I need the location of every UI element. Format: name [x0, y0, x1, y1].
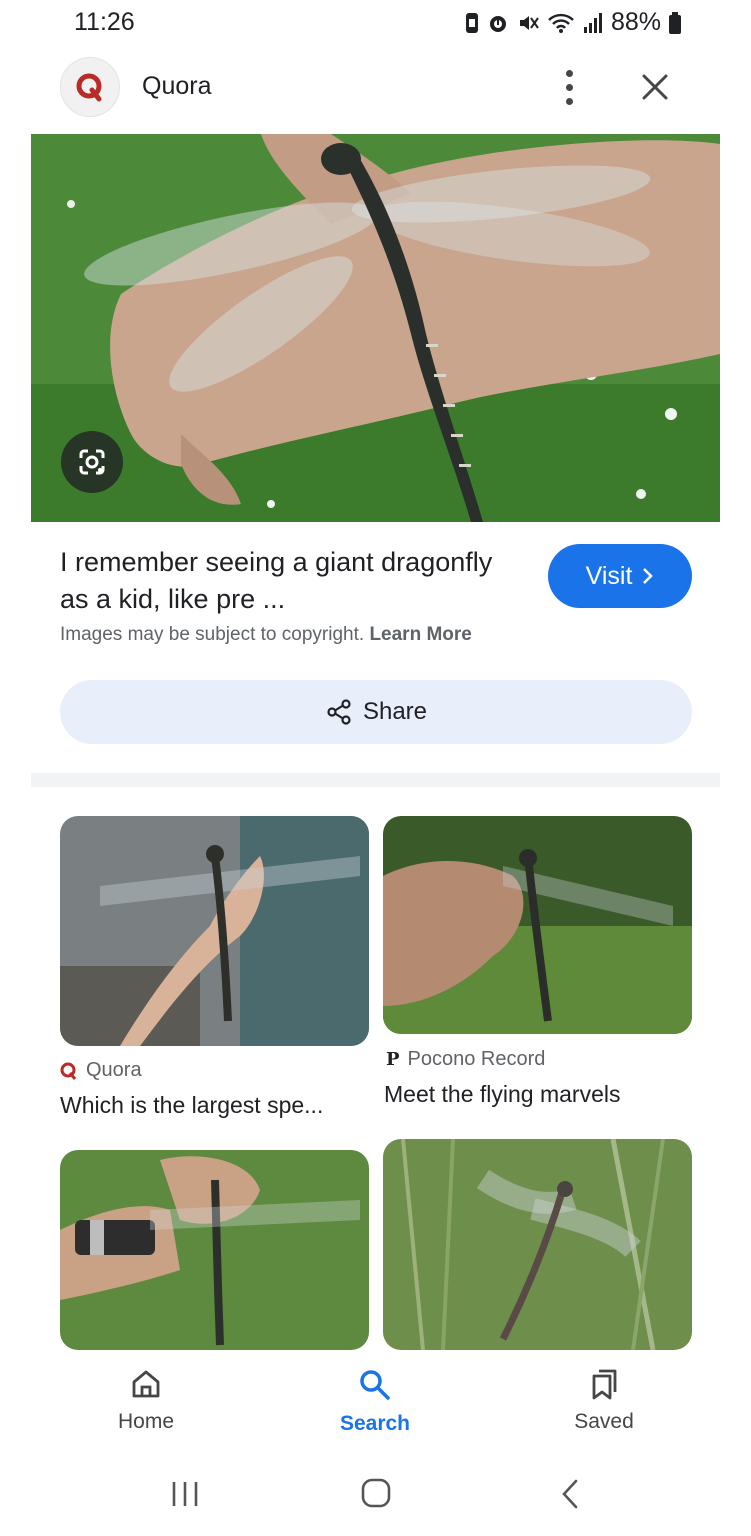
quora-logo[interactable] [60, 57, 120, 117]
related-image-4[interactable] [383, 1139, 692, 1350]
nav-search[interactable]: Search [330, 1368, 420, 1436]
saved-icon [592, 1369, 617, 1400]
source-quora[interactable]: Quora [60, 1059, 142, 1082]
site-name: Quora [142, 72, 212, 100]
learn-more-link[interactable]: Learn More [369, 624, 471, 645]
visit-label: Visit [585, 561, 633, 590]
nav-home-label: Home [117, 1410, 175, 1433]
close-icon [642, 74, 668, 100]
bottom-nav: Home Search Saved [0, 1350, 751, 1450]
chevron-right-icon [643, 568, 654, 584]
wifi-icon [548, 13, 574, 33]
recent-apps-button[interactable] [170, 1480, 200, 1508]
related-image-3[interactable] [60, 1150, 369, 1350]
copyright-notice: Images may be subject to copyright. Lear… [60, 624, 472, 646]
signal-icon [583, 12, 602, 33]
visit-button[interactable]: Visit [548, 544, 692, 608]
pocono-record-icon: P [386, 1049, 400, 1070]
result-title[interactable]: I remember seeing a giant dragonfly as a… [60, 544, 510, 618]
status-icons: 88% [465, 8, 681, 37]
alarm-icon [489, 15, 506, 32]
nav-home[interactable]: Home [104, 1368, 188, 1434]
close-button[interactable] [638, 70, 672, 104]
system-nav-bar [0, 1452, 751, 1536]
dot-icon [565, 69, 573, 77]
source-label: Quora [86, 1059, 142, 1081]
section-divider [31, 773, 720, 787]
related-caption-2[interactable]: Meet the flying marvels [384, 1081, 620, 1108]
related-caption-1[interactable]: Which is the largest spe... [60, 1092, 323, 1119]
search-icon [360, 1370, 390, 1400]
main-image-dragonfly-on-hand[interactable] [31, 134, 720, 522]
mute-icon [519, 15, 539, 30]
nav-search-label: Search [339, 1412, 411, 1435]
share-icon [327, 699, 351, 725]
quora-icon [60, 1062, 77, 1080]
battery-icon [669, 11, 681, 34]
lens-icon [79, 449, 105, 475]
share-button[interactable]: Share [60, 680, 692, 744]
more-options-button[interactable] [554, 66, 584, 108]
sim-icon [465, 12, 478, 33]
source-pocono-record[interactable]: P Pocono Record [386, 1048, 545, 1071]
status-time: 11:26 [74, 8, 135, 36]
quora-logo-icon [76, 73, 102, 102]
related-image-1[interactable] [60, 816, 369, 1046]
battery-percent: 88% [610, 8, 661, 36]
back-system-button[interactable] [560, 1478, 580, 1510]
home-system-button[interactable] [361, 1478, 391, 1508]
related-image-2[interactable] [383, 816, 692, 1034]
share-label: Share [362, 698, 428, 725]
nav-saved[interactable]: Saved [560, 1368, 648, 1434]
dot-icon [565, 97, 573, 105]
copyright-text: Images may be subject to copyright. [60, 624, 365, 645]
home-icon [132, 1370, 160, 1398]
google-lens-button[interactable] [61, 431, 123, 493]
dot-icon [565, 83, 573, 91]
source-label: Pocono Record [407, 1048, 546, 1070]
nav-saved-label: Saved [574, 1410, 634, 1433]
